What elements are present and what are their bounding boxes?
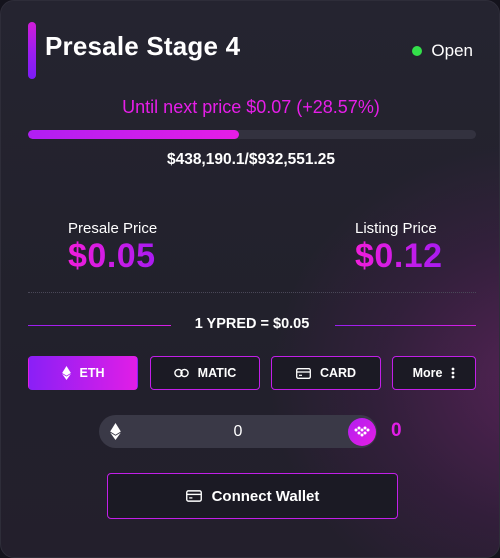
- ethereum-icon: [61, 366, 71, 380]
- pay-with-matic-button[interactable]: MATIC: [150, 356, 260, 390]
- presale-price-block: Presale Price $0.05: [68, 220, 157, 276]
- wallet-card-icon: [185, 490, 202, 502]
- listing-price-value: $0.12: [355, 237, 443, 275]
- status-dot-icon: [412, 46, 423, 56]
- exchange-rate-text: 1 YPRED = $0.05: [194, 316, 310, 332]
- connect-wallet-label: Connect Wallet: [211, 487, 320, 505]
- title-accent-bar: [28, 22, 36, 79]
- presale-card: Presale Stage 4 Open Until next price $0…: [0, 0, 500, 558]
- more-payment-options-button[interactable]: More: [392, 356, 476, 390]
- pay-with-eth-button[interactable]: ETH: [28, 356, 138, 390]
- presale-price-value: $0.05: [68, 237, 156, 275]
- rate-divider-right: [335, 325, 476, 326]
- card-button-label: CARD: [319, 366, 357, 380]
- exchange-rate-row: 1 YPRED = $0.05: [28, 316, 476, 334]
- page-title: Presale Stage 4: [45, 31, 241, 61]
- matic-button-label: MATIC: [197, 366, 237, 380]
- status-label: Open: [431, 41, 473, 60]
- pay-amount-field[interactable]: 0: [99, 415, 377, 448]
- matic-icon: [173, 367, 189, 379]
- credit-card-icon: [295, 367, 311, 379]
- ypred-token-icon: [348, 418, 376, 446]
- presale-progress-bar: [28, 130, 476, 139]
- pay-amount-value[interactable]: 0: [139, 415, 337, 448]
- next-price-text: Until next price $0.07 (+28.57%): [122, 97, 380, 117]
- eth-button-label: ETH: [79, 366, 105, 380]
- connect-wallet-button[interactable]: Connect Wallet: [107, 473, 398, 519]
- dotted-divider: [28, 292, 476, 293]
- pay-with-card-button[interactable]: CARD: [271, 356, 381, 390]
- listing-price-label: Listing Price: [355, 220, 437, 237]
- ethereum-icon: [110, 423, 121, 445]
- vertical-dots-icon: [451, 367, 455, 379]
- presale-progress-fill: [28, 130, 239, 139]
- presale-price-label: Presale Price: [68, 220, 158, 237]
- raised-amount: $438,190.1/$932,551.25: [166, 151, 336, 168]
- listing-price-block: Listing Price $0.12: [355, 220, 443, 276]
- more-button-label: More: [412, 366, 443, 380]
- receive-amount-value: 0: [391, 420, 402, 441]
- status-indicator: Open: [412, 41, 473, 61]
